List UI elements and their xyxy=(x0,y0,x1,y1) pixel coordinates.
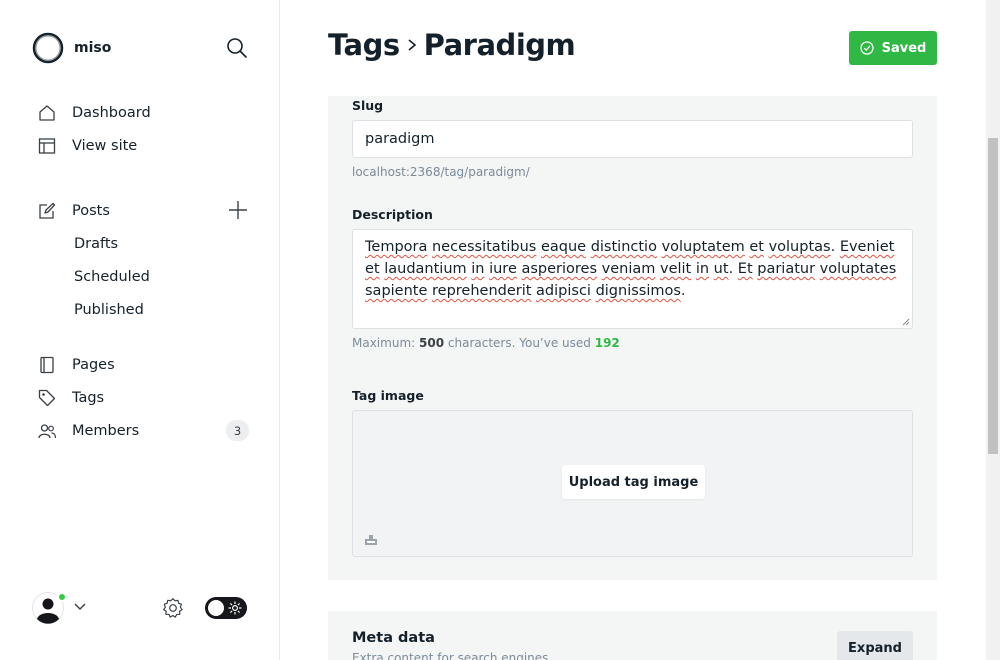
description-word: sapiente xyxy=(365,283,428,299)
slug-label: Slug xyxy=(352,98,384,113)
search-icon[interactable] xyxy=(226,37,248,59)
nav-item-posts[interactable]: Posts xyxy=(0,194,280,227)
nav-item-published[interactable]: Published xyxy=(0,293,280,326)
chevron-right-icon xyxy=(408,39,416,51)
description-textarea[interactable]: Tempora necessitatibus eaque distinctio … xyxy=(352,229,913,329)
site-name: miso xyxy=(74,40,112,56)
layout-icon xyxy=(38,138,56,154)
description-word: Eveniet xyxy=(839,239,895,255)
nav-label-pages: Pages xyxy=(72,356,115,373)
description-word: veniam xyxy=(601,261,656,277)
meta-data-subtitle: Extra content for search engines xyxy=(352,651,549,660)
description-word: distinctio xyxy=(590,239,657,255)
max-value: 500 xyxy=(419,336,445,350)
description-word: in xyxy=(695,261,710,277)
nav-item-drafts[interactable]: Drafts xyxy=(0,227,280,260)
tag-image-dropzone[interactable]: Upload tag image xyxy=(352,410,913,557)
description-word: pariatur xyxy=(757,261,816,277)
description-word: voluptatem xyxy=(661,239,745,255)
dark-mode-toggle[interactable] xyxy=(205,597,247,619)
char-counter: Maximum: 500 characters. You’ve used 192 xyxy=(352,336,620,350)
max-label: Maximum: xyxy=(352,336,416,350)
meta-data-panel: Meta data Extra content for search engin… xyxy=(328,611,937,660)
nav-item-members[interactable]: Members 3 xyxy=(0,414,280,447)
brand[interactable]: miso xyxy=(32,32,111,64)
used-label: characters. You’ve used xyxy=(447,336,591,350)
slug-value: paradigm xyxy=(365,131,435,147)
nav-label-published: Published xyxy=(74,301,144,318)
description-word: et xyxy=(749,239,764,255)
nav-label-scheduled: Scheduled xyxy=(74,268,150,285)
scrollbar-thumb[interactable] xyxy=(988,138,998,454)
expand-label: Expand xyxy=(848,640,902,656)
description-word: laudantium xyxy=(384,261,467,277)
description-word: dignissimos xyxy=(595,283,681,299)
sun-icon xyxy=(228,601,242,615)
saved-label: Saved xyxy=(881,40,927,56)
saved-button[interactable]: Saved xyxy=(849,31,937,65)
slug-url-preview: localhost:2368/tag/paradigm/ xyxy=(352,165,530,179)
resize-handle-icon[interactable] xyxy=(902,318,910,326)
check-circle-icon xyxy=(859,41,874,55)
description-word: Et xyxy=(737,261,753,277)
upload-label: Upload tag image xyxy=(568,474,699,490)
meta-data-title: Meta data xyxy=(352,630,435,646)
tag-title: Paradigm xyxy=(423,28,576,62)
description-word: necessitatibus xyxy=(431,239,537,255)
members-icon xyxy=(38,424,56,439)
description-word: et xyxy=(365,261,380,277)
description-word: Tempora xyxy=(365,239,428,255)
description-word: asperiores xyxy=(521,261,598,277)
chevron-down-icon[interactable] xyxy=(74,602,86,612)
description-word: voluptas xyxy=(768,239,831,255)
nav-item-tags[interactable]: Tags xyxy=(0,381,280,414)
slug-input[interactable]: paradigm xyxy=(352,120,913,158)
description-word: adipisci xyxy=(536,283,591,299)
page-icon xyxy=(40,356,54,374)
nav-label-tags: Tags xyxy=(72,389,105,406)
site-logo-icon xyxy=(32,32,64,64)
description-word: iure xyxy=(489,261,517,277)
main-nav: Dashboard View site xyxy=(0,96,280,162)
description-label: Description xyxy=(352,207,433,222)
breadcrumb-tags[interactable]: Tags xyxy=(328,28,400,62)
nav-label-view-site: View site xyxy=(72,137,138,154)
content-nav: Pages Tags Members 3 xyxy=(0,348,280,447)
new-post-plus-icon[interactable] xyxy=(228,200,248,220)
upload-tag-image-button[interactable]: Upload tag image xyxy=(562,465,705,499)
nav-item-view-site[interactable]: View site xyxy=(0,129,280,162)
tag-icon xyxy=(38,389,56,407)
description-word: ut xyxy=(713,261,729,277)
nav-item-pages[interactable]: Pages xyxy=(0,348,280,381)
nav-item-dashboard[interactable]: Dashboard xyxy=(0,96,280,129)
members-count-badge: 3 xyxy=(226,420,249,441)
description-word: voluptates xyxy=(819,261,897,277)
description-word: velit xyxy=(659,261,692,277)
nav-label-drafts: Drafts xyxy=(74,235,119,252)
tag-image-label: Tag image xyxy=(352,388,424,403)
description-word: in xyxy=(471,261,485,277)
description-text: Tempora necessitatibus eaque distinctio … xyxy=(365,239,897,299)
nav-label-members: Members xyxy=(72,422,140,439)
main-content: Tags Paradigm Saved Slug paradigm localh… xyxy=(280,0,986,660)
page-title: Tags Paradigm xyxy=(328,28,576,62)
online-status-dot xyxy=(57,592,67,602)
description-word: reprehenderit xyxy=(432,283,532,299)
posts-nav: Posts Drafts Scheduled Published xyxy=(0,194,280,326)
used-value: 192 xyxy=(594,336,620,350)
image-placeholder-icon xyxy=(365,535,377,545)
gear-icon[interactable] xyxy=(162,597,184,619)
toggle-knob xyxy=(208,600,224,616)
app-window: miso Dashboard View site Posts Drafts Sc… xyxy=(0,0,1000,660)
tag-settings-panel: Slug paradigm localhost:2368/tag/paradig… xyxy=(328,96,937,580)
description-word: eaque xyxy=(540,239,587,255)
nav-item-scheduled[interactable]: Scheduled xyxy=(0,260,280,293)
page-scrollbar[interactable] xyxy=(986,0,1000,660)
expand-meta-button[interactable]: Expand xyxy=(837,631,913,660)
nav-label-posts: Posts xyxy=(72,202,110,219)
nav-label-dashboard: Dashboard xyxy=(72,104,151,121)
home-icon xyxy=(39,105,55,121)
edit-icon xyxy=(39,202,56,219)
sidebar: miso Dashboard View site Posts Drafts Sc… xyxy=(0,0,280,660)
